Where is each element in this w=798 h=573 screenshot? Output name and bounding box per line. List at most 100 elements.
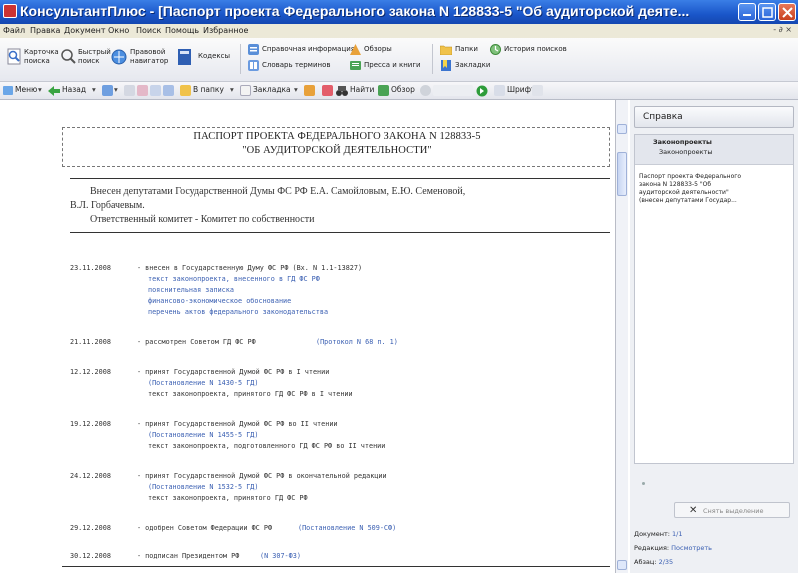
scroll-up-arrow[interactable]	[617, 124, 627, 134]
press-icon	[350, 61, 361, 70]
menu-favorites[interactable]: Избранное	[203, 26, 248, 35]
entry-link[interactable]: (Постановление N 509-СФ)	[298, 524, 396, 532]
minimize-button[interactable]	[738, 3, 756, 21]
bookmarks-icon	[441, 60, 451, 71]
magnifier-card-icon	[7, 48, 21, 65]
entry-link[interactable]: (Постановление N 1430-5 ГД)	[148, 379, 259, 387]
disabled-field	[433, 85, 473, 96]
entry-link[interactable]: перечень актов федерального законодатель…	[148, 308, 328, 316]
bookmark-icon[interactable]	[240, 85, 251, 96]
edition-link[interactable]: Посмотреть	[671, 544, 712, 552]
entry-date: 24.12.2008	[70, 472, 111, 480]
menu-button[interactable]: Меню	[15, 85, 37, 94]
pen-icon[interactable]	[494, 85, 505, 96]
menu-help[interactable]: Помощь	[165, 26, 199, 35]
menu-edit[interactable]: Правка	[30, 26, 60, 35]
maximize-button[interactable]	[758, 3, 776, 21]
codes-label: Кодексы	[198, 52, 231, 60]
entry-link[interactable]: (Протокол N 68 п. 1)	[316, 338, 398, 346]
press-label: Пресса и книги	[364, 61, 421, 69]
binoculars-icon	[336, 86, 348, 96]
list-item-line: аудиторской деятельности"	[639, 189, 729, 196]
entry-text: - одобрен Советом Федерации ФС РФ	[137, 524, 273, 532]
document-title-line-1: ПАСПОРТ ПРОЕКТА ФЕДЕРАЛЬНОГО ЗАКОНА N 12…	[193, 131, 481, 142]
clear-x-icon: ✕	[689, 505, 698, 516]
bookmarks-label: Закладки	[455, 61, 491, 69]
reference-icon	[248, 44, 259, 55]
entry-link[interactable]: (N 307-ФЗ)	[260, 552, 301, 560]
bookmark-dropdown-arrow[interactable]: ▾	[294, 85, 298, 94]
minimize-icon	[743, 14, 751, 16]
edition-info: Редакция: Посмотреть	[634, 544, 712, 552]
reference-info-label: Справочная информация	[262, 45, 355, 53]
clear-selection-button[interactable]: ✕ Снять выделение	[674, 502, 790, 518]
copy-icon[interactable]	[150, 85, 161, 96]
entry-date: 30.12.2008	[70, 552, 111, 560]
legal-navigator-label-1: Правовой	[130, 48, 166, 56]
back-button[interactable]: Назад	[62, 85, 86, 94]
title-bar: КонсультантПлюс - [Паспорт проекта Федер…	[0, 0, 798, 24]
back-dropdown-arrow[interactable]: ▾	[92, 85, 96, 94]
folder-small-icon[interactable]	[180, 85, 191, 96]
entry-date: 19.12.2008	[70, 420, 111, 428]
email-icon[interactable]	[137, 85, 148, 96]
group-subtitle: Законопроекты	[659, 148, 713, 156]
to-folder-button[interactable]: В папку	[193, 85, 224, 94]
list-item[interactable]: Паспорт проекта Федерального закона N 12…	[639, 173, 789, 205]
menu-file[interactable]: Файл	[3, 26, 25, 35]
font-size-icon[interactable]	[532, 85, 543, 96]
scroll-thumb[interactable]	[617, 152, 627, 196]
entry-link[interactable]: пояснительная записка	[148, 286, 234, 294]
document-pane: ПАСПОРТ ПРОЕКТА ФЕДЕРАЛЬНОГО ЗАКОНА N 12…	[0, 100, 616, 573]
reference-panel-header[interactable]: Справка	[634, 106, 794, 128]
print-dropdown-arrow[interactable]: ▾	[114, 85, 118, 94]
menu-bar: Файл Правка Документ Окно Поиск Помощь И…	[0, 24, 798, 38]
list-group-header[interactable]: Законопроекты Законопроекты	[635, 135, 793, 165]
menu-dropdown-arrow[interactable]: ▾	[38, 85, 42, 94]
divider-bottom	[70, 232, 610, 233]
print-icon[interactable]	[102, 85, 113, 96]
history-label: История поисков	[504, 45, 567, 53]
card-search-label-2: поиска	[24, 57, 50, 65]
disk-icon[interactable]	[163, 85, 174, 96]
quick-search-label-1: Быстрый	[78, 48, 111, 56]
folder-dropdown-arrow[interactable]: ▾	[230, 85, 234, 94]
find-button[interactable]: Найти	[350, 85, 374, 94]
review-icon[interactable]	[378, 85, 389, 96]
highlight-icon[interactable]	[304, 85, 315, 96]
document-title-box: ПАСПОРТ ПРОЕКТА ФЕДЕРАЛЬНОГО ЗАКОНА N 12…	[62, 127, 610, 167]
navigator-icon	[111, 49, 127, 65]
menu-search[interactable]: Поиск	[136, 26, 161, 35]
review-button[interactable]: Обзор	[391, 85, 415, 94]
marker-icon[interactable]	[322, 85, 333, 96]
document-scrollbar[interactable]	[616, 100, 628, 573]
scroll-down-arrow[interactable]	[617, 560, 627, 570]
card-search-label-1: Карточка	[24, 48, 59, 56]
entry-link[interactable]: финансово-экономическое обоснование	[148, 297, 291, 305]
group-title: Законопроекты	[653, 138, 712, 146]
entry-link[interactable]: текст законопроекта, внесенного в ГД ФС …	[148, 275, 320, 283]
dictionary-label: Словарь терминов	[262, 61, 331, 69]
menu-document[interactable]: Документ	[64, 26, 106, 35]
entry-link[interactable]: (Постановление N 1455-5 ГД)	[148, 431, 259, 439]
list-item-line: (внесен депутатами Государ...	[639, 197, 737, 204]
save-icon[interactable]	[124, 85, 135, 96]
menu-window[interactable]: Окно	[108, 26, 129, 35]
mdi-controls[interactable]: - ∂ ×	[773, 25, 792, 34]
reference-panel-title: Справка	[643, 112, 683, 122]
entry-link[interactable]: (Постановление N 1532-5 ГД)	[148, 483, 259, 491]
legal-navigator-label-2: навигатор	[130, 57, 169, 65]
authors-line-1: Внесен депутатами Государственной Думы Ф…	[90, 186, 466, 197]
circle-gray-icon[interactable]	[420, 85, 431, 96]
close-button[interactable]	[778, 3, 796, 21]
entry-text: - принят Государственной Думой ФС РФ в I…	[137, 368, 330, 376]
go-icon	[476, 85, 488, 97]
edition-label: Редакция:	[634, 544, 670, 552]
entry-sub-text: текст законопроекта, принятого ГД ФС РФ …	[148, 390, 353, 398]
history-clock-icon	[490, 44, 501, 55]
maximize-icon	[762, 7, 773, 18]
paragraph-value: 2/35	[658, 558, 674, 566]
menu-icon	[3, 86, 13, 95]
clear-selection-label: Снять выделение	[703, 507, 764, 515]
bookmark-button[interactable]: Закладка	[253, 85, 291, 94]
